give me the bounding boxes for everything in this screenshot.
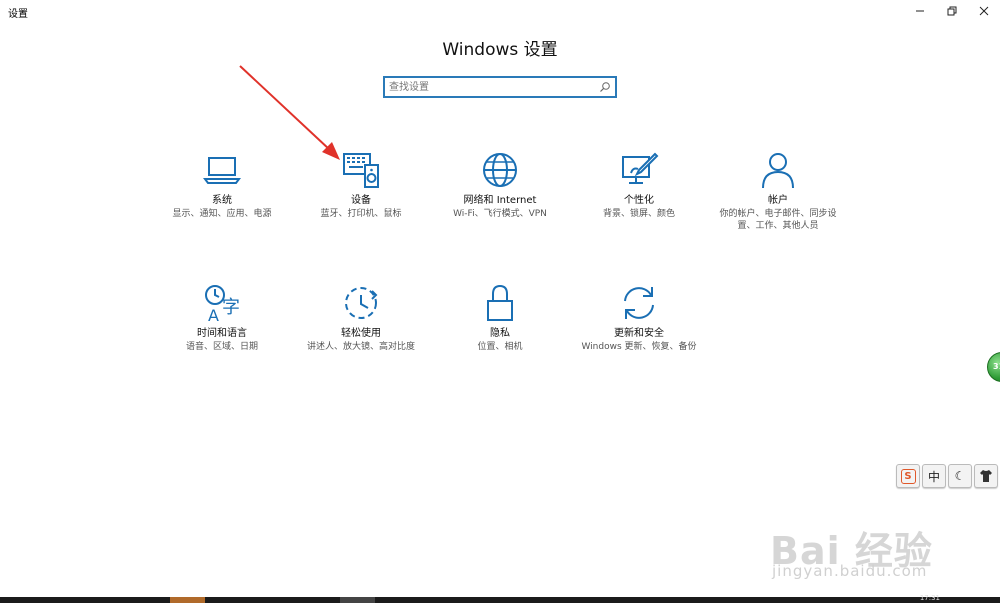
tile-time-language-desc: 语音、区域、日期: [185, 342, 258, 352]
tile-personalization-desc: 背景、锁屏、颜色: [602, 209, 675, 219]
ime-skin-button[interactable]: [974, 464, 998, 488]
tile-update-security[interactable]: 更新和安全 Windows 更新、恢复、备份: [569, 283, 709, 353]
minimize-icon: [916, 10, 924, 12]
search-input[interactable]: [389, 79, 589, 95]
tshirt-icon: [980, 470, 992, 482]
ime-toolbar: S 中 ☾: [896, 464, 998, 490]
tile-system[interactable]: 系统 显示、通知、应用、电源: [152, 150, 292, 220]
title-bar: 设置: [0, 0, 1000, 24]
sync-icon: [624, 287, 654, 319]
watermark: Bai 经验 jingyan.baidu.com: [770, 520, 990, 580]
globe-icon: [483, 153, 517, 187]
devices-icon: [343, 153, 379, 188]
svg-text:字: 字: [222, 297, 240, 318]
close-icon: [979, 6, 989, 16]
minimize-button[interactable]: [902, 0, 938, 22]
restore-button[interactable]: [934, 0, 970, 22]
tile-ease-of-access-desc: 讲述人、放大镜、高对比度: [306, 342, 415, 352]
floating-ball[interactable]: 31: [987, 352, 1000, 382]
app-title: 设置: [8, 9, 28, 20]
tile-devices-label: 设备: [351, 195, 371, 206]
tile-update-security-label: 更新和安全: [614, 328, 664, 339]
tile-ease-of-access-label: 轻松使用: [341, 328, 381, 339]
ime-moon-button[interactable]: ☾: [948, 464, 972, 488]
taskbar-app-1[interactable]: [170, 597, 205, 603]
tile-network-desc: Wi-Fi、飞行模式、VPN: [453, 209, 547, 219]
tile-ease-of-access[interactable]: 轻松使用 讲述人、放大镜、高对比度: [291, 283, 431, 353]
person-icon: [762, 153, 794, 189]
search-icon[interactable]: [599, 81, 611, 93]
tile-personalization[interactable]: 个性化 背景、锁屏、颜色: [569, 150, 709, 220]
floating-ball-text: 31: [993, 362, 1000, 371]
lock-icon: [487, 284, 513, 321]
tile-update-security-desc: Windows 更新、恢复、备份: [581, 342, 697, 352]
restore-icon: [947, 6, 957, 16]
tile-devices[interactable]: 设备 蓝牙、打印机、鼠标: [291, 150, 431, 220]
tile-accounts-desc: 你的帐户、电子邮件、同步设置、工作、其他人员: [719, 209, 837, 231]
tile-privacy-label: 隐私: [490, 328, 510, 339]
tile-privacy-desc: 位置、相机: [477, 342, 523, 352]
tile-network[interactable]: 网络和 Internet Wi-Fi、飞行模式、VPN: [430, 150, 570, 220]
tile-privacy[interactable]: 隐私 位置、相机: [430, 283, 570, 353]
svg-text:A: A: [208, 306, 219, 323]
tile-system-label: 系统: [212, 195, 232, 206]
tile-network-label: 网络和 Internet: [463, 195, 537, 206]
taskbar-app-2[interactable]: [340, 597, 375, 603]
taskbar-clock: 17:31: [919, 594, 940, 602]
watermark-sub: jingyan.baidu.com: [772, 562, 928, 580]
ime-sogou-button[interactable]: S: [896, 464, 920, 488]
ime-chinese-button[interactable]: 中: [922, 464, 946, 488]
close-button[interactable]: [966, 0, 1000, 22]
tile-time-language-label: 时间和语言: [197, 328, 247, 339]
sogou-icon: S: [900, 468, 916, 484]
page-title: Windows 设置: [442, 40, 558, 60]
personalization-icon: [622, 152, 659, 184]
ease-of-access-icon: [345, 287, 378, 319]
search-box[interactable]: [383, 76, 617, 98]
tile-system-desc: 显示、通知、应用、电源: [172, 209, 272, 219]
tile-time-language[interactable]: A 字 时间和语言 语音、区域、日期: [152, 283, 292, 353]
tile-devices-desc: 蓝牙、打印机、鼠标: [320, 209, 402, 219]
tile-accounts-label: 帐户: [768, 195, 788, 206]
taskbar: 17:31: [0, 594, 1000, 603]
time-language-icon: A 字: [205, 285, 240, 323]
tile-accounts[interactable]: 帐户 你的帐户、电子邮件、同步设置、工作、其他人员: [708, 150, 848, 232]
tile-personalization-label: 个性化: [624, 195, 654, 206]
laptop-icon: [203, 157, 241, 184]
